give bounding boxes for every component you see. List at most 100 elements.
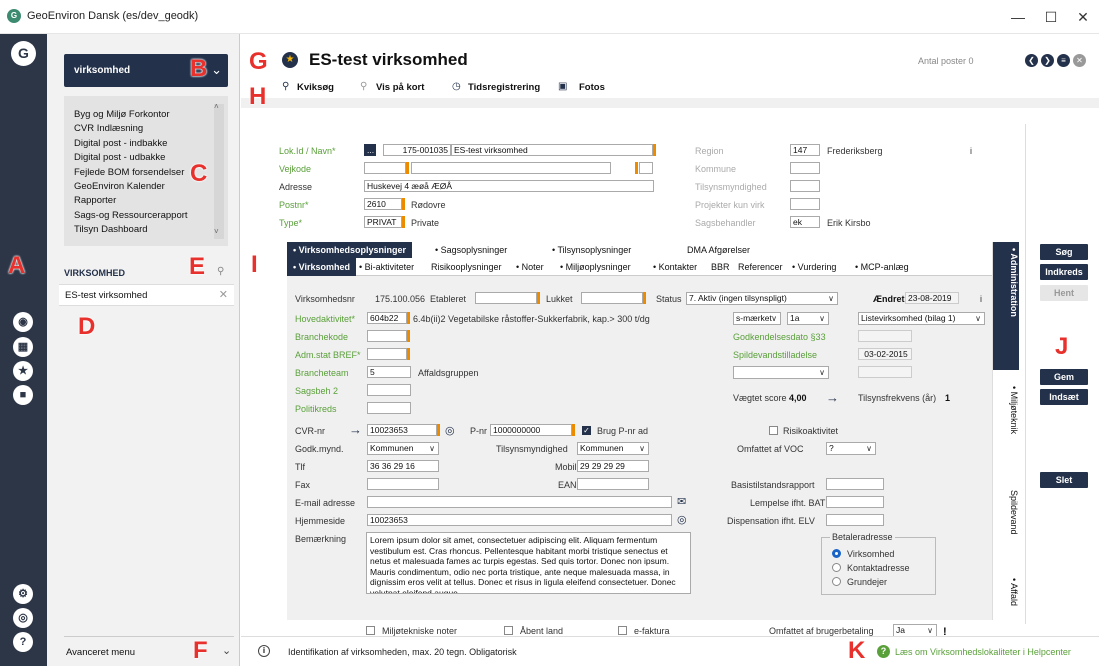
- vtab-miljoeteknik[interactable]: • Miljøteknik: [993, 380, 1019, 480]
- menu-scrollbar[interactable]: ˄ ˅: [214, 102, 224, 239]
- aabent-land-checkbox[interactable]: [504, 626, 513, 635]
- minimize-button[interactable]: —: [1003, 6, 1033, 28]
- globe-icon[interactable]: ◎: [677, 513, 687, 526]
- bat-input[interactable]: [826, 496, 884, 508]
- pnr-input[interactable]: 1000000000: [490, 424, 572, 436]
- settings-icon[interactable]: ⚙: [13, 584, 33, 604]
- chat-icon[interactable]: ■: [13, 385, 33, 405]
- lookup-button[interactable]: ...: [364, 144, 376, 156]
- save-button[interactable]: Gem: [1040, 369, 1088, 385]
- pin-icon[interactable]: ⚲: [217, 266, 224, 277]
- vtab-affald[interactable]: • Affald: [993, 572, 1019, 618]
- lukket-input[interactable]: [581, 292, 643, 304]
- close-icon[interactable]: ✕: [219, 288, 228, 301]
- info-icon[interactable]: i: [970, 146, 972, 156]
- tab-sagsoplysninger[interactable]: • Sagsoplysninger: [435, 245, 507, 255]
- helpcenter-link[interactable]: Læs om Virksomhedslokaliteter i Helpcent…: [895, 647, 1071, 657]
- tab-bbr[interactable]: BBR: [711, 262, 730, 272]
- projekter-input[interactable]: [790, 198, 820, 210]
- quick-search-button[interactable]: Kviksøg: [297, 82, 334, 93]
- tilsynsmynd-select[interactable]: Kommunen: [577, 442, 649, 455]
- menu-item[interactable]: Fejlede BOM forsendelser: [74, 166, 188, 180]
- calendar-icon[interactable]: ▦: [13, 337, 33, 357]
- menu-item[interactable]: Digital post - udbakke: [74, 151, 188, 165]
- sagsbehandler-input[interactable]: ek: [790, 216, 820, 228]
- menu-item[interactable]: CVR Indlæsning: [74, 122, 188, 136]
- fetch-button[interactable]: Hent: [1040, 285, 1088, 301]
- tab-vurdering[interactable]: • Vurdering: [792, 262, 836, 272]
- scroll-up-icon[interactable]: ˄: [214, 102, 219, 111]
- tab-virksomhedsoplysninger[interactable]: • Virksomhedsoplysninger: [287, 242, 413, 258]
- globe-icon[interactable]: ◎: [13, 608, 33, 628]
- search-button[interactable]: Søg: [1040, 244, 1088, 260]
- voc-select[interactable]: ?: [826, 442, 876, 455]
- tab-referencer[interactable]: Referencer: [738, 262, 783, 272]
- scroll-down-icon[interactable]: ˅: [214, 227, 219, 236]
- vej-input[interactable]: [411, 162, 611, 174]
- fax-input[interactable]: [367, 478, 439, 490]
- tab-kontakter[interactable]: • Kontakter: [653, 262, 697, 272]
- delete-button[interactable]: Slet: [1040, 472, 1088, 488]
- region-input[interactable]: 147: [790, 144, 820, 156]
- name-input[interactable]: ES-test virksomhed: [451, 144, 653, 156]
- husnr-input[interactable]: [639, 162, 653, 174]
- postnr-input[interactable]: 2610: [364, 198, 402, 210]
- branchekode-input[interactable]: [367, 330, 407, 342]
- brancheteam-input[interactable]: 5: [367, 366, 411, 378]
- insert-button[interactable]: Indsæt: [1040, 389, 1088, 405]
- menu-item[interactable]: GeoEnviron Kalender: [74, 180, 188, 194]
- next-icon[interactable]: ❯: [1041, 54, 1054, 67]
- basistilstand-input[interactable]: [826, 478, 884, 490]
- spildevandstilladelse-input[interactable]: 03-02-2015: [858, 348, 912, 360]
- menu-item[interactable]: Tilsyn Dashboard: [74, 223, 188, 237]
- tilsyn-input[interactable]: [790, 180, 820, 192]
- mail-icon[interactable]: ✉: [677, 495, 686, 508]
- menu-item[interactable]: Byg og Miljø Forkontor: [74, 108, 188, 122]
- ean-input[interactable]: [577, 478, 649, 490]
- show-on-map-button[interactable]: Vis på kort: [376, 82, 424, 93]
- kommune-input[interactable]: [790, 162, 820, 174]
- radio-virksomhed[interactable]: [832, 549, 841, 558]
- menu-item[interactable]: Digital post - indbakke: [74, 137, 188, 151]
- lokid-input[interactable]: 175-001035: [383, 144, 451, 156]
- close-window-button[interactable]: ✕: [1068, 6, 1098, 28]
- type-input[interactable]: PRIVAT: [364, 216, 402, 228]
- photos-button[interactable]: Fotos: [579, 82, 605, 93]
- previous-icon[interactable]: ❮: [1025, 54, 1038, 67]
- time-registration-button[interactable]: Tidsregistrering: [468, 82, 540, 93]
- vejkode-input[interactable]: [364, 162, 406, 174]
- adm-stat-bref-input[interactable]: [367, 348, 407, 360]
- politikreds-input[interactable]: [367, 402, 411, 414]
- list-item[interactable]: ES-test virksomhed ✕: [59, 284, 234, 306]
- radio-kontaktadresse[interactable]: [832, 563, 841, 572]
- list-icon[interactable]: ≡: [1057, 54, 1070, 67]
- menu-item[interactable]: Sags-og Ressourcerapport: [74, 209, 188, 223]
- cvr-input[interactable]: 10023653: [367, 424, 437, 436]
- listevirksomhed-select[interactable]: Listevirksomhed (bilag 1): [858, 312, 985, 325]
- tab-noter[interactable]: • Noter: [516, 262, 544, 272]
- narrow-button[interactable]: Indkreds: [1040, 264, 1088, 280]
- elv-input[interactable]: [826, 514, 884, 526]
- tab-mcp-anlaeg[interactable]: • MCP-anlæg: [855, 262, 909, 272]
- efaktura-checkbox[interactable]: [618, 626, 627, 635]
- maximize-button[interactable]: ☐: [1036, 6, 1066, 28]
- menu-item[interactable]: Rapporter: [74, 194, 188, 208]
- tab-dma-afgoerelser[interactable]: DMA Afgørelser: [687, 245, 750, 255]
- brug-pnr-checkbox[interactable]: ✓: [582, 426, 591, 435]
- tab-risikooplysninger[interactable]: Risikooplysninger: [431, 262, 502, 272]
- spildevand-extra-input[interactable]: [858, 366, 912, 378]
- spildevand-select[interactable]: [733, 366, 829, 379]
- advanced-menu[interactable]: Avanceret menu ⌄: [64, 636, 234, 662]
- maerket-select[interactable]: s-mærket: [733, 312, 781, 325]
- mobil-input[interactable]: 29 29 29 29: [577, 460, 649, 472]
- favorite-star-icon[interactable]: ★: [282, 52, 298, 68]
- star-icon[interactable]: ★: [13, 361, 33, 381]
- tlf-input[interactable]: 36 36 29 16: [367, 460, 439, 472]
- email-input[interactable]: [367, 496, 672, 508]
- tab-bi-aktiviteter[interactable]: • Bi-aktiviteter: [359, 262, 414, 272]
- etableret-input[interactable]: [475, 292, 537, 304]
- adresse-input[interactable]: Huskevej 4 æøå ÆØÅ: [364, 180, 654, 192]
- bemaerkning-textarea[interactable]: Lorem ipsum dolor sit amet, consectetuer…: [366, 532, 691, 594]
- godk-mynd-select[interactable]: Kommunen: [367, 442, 439, 455]
- tab-virksomhed[interactable]: • Virksomhed: [287, 258, 357, 276]
